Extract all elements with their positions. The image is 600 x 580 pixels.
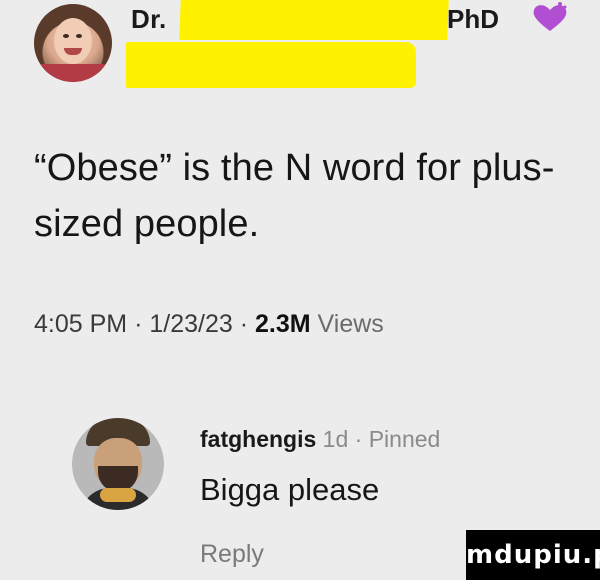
handle-redaction-bar: [126, 42, 416, 88]
pinned-label: Pinned: [368, 426, 441, 452]
reply-user-line: fatghengis 1d · Pinned: [200, 426, 440, 453]
author-avatar[interactable]: [34, 4, 112, 82]
name-redaction-bar: [179, 0, 449, 40]
watermark: mdupiu.pl: [466, 530, 600, 580]
reply-avatar[interactable]: [72, 418, 164, 510]
avatar-shirt: [34, 64, 112, 82]
tweet-text: “Obese” is the N word for plus-sized peo…: [34, 147, 555, 245]
avatar-eye-right: [76, 34, 82, 38]
meta-separator: ·: [134, 310, 143, 338]
avatar-eye-left: [63, 34, 69, 38]
reply-button[interactable]: Reply: [200, 540, 264, 569]
heart-icon: [533, 2, 567, 31]
tweet-header: Dr. PhD: [0, 0, 600, 110]
reply-separator: ·: [354, 426, 363, 452]
author-name-suffix[interactable]: PhD: [447, 4, 499, 35]
avatar-face: [54, 18, 92, 64]
meta-separator: ·: [239, 310, 249, 338]
reply-avatar-burger: [100, 488, 136, 502]
tweet-meta: 4:05 PM · 1/23/23 · 2.3M Views: [34, 310, 384, 339]
tweet-time[interactable]: 4:05 PM: [34, 310, 127, 338]
views-count[interactable]: 2.3M: [255, 310, 311, 338]
tweet-date[interactable]: 1/23/23: [149, 310, 232, 338]
views-label[interactable]: Views: [318, 310, 384, 338]
reply-age: 1d: [322, 426, 349, 452]
author-name-prefix[interactable]: Dr.: [131, 4, 167, 35]
reply-text: Bigga please: [200, 472, 380, 507]
reply-username[interactable]: fatghengis: [200, 426, 316, 452]
